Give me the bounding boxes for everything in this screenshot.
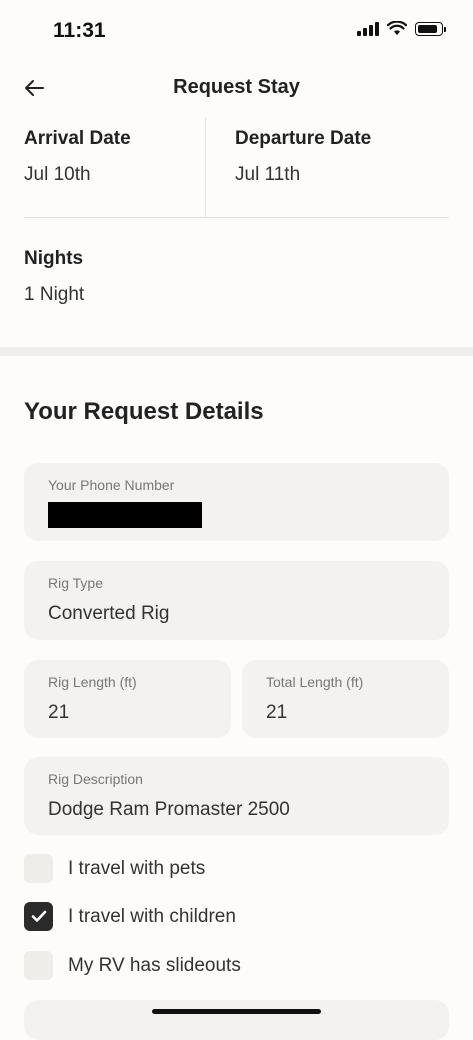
rig-type-value: Converted Rig: [48, 603, 170, 624]
arrival-date[interactable]: Arrival Date Jul 10th: [24, 118, 204, 218]
pets-label: I travel with pets: [68, 857, 206, 879]
home-indicator: [152, 1009, 321, 1014]
status-icons: [357, 21, 446, 36]
status-time: 11:31: [53, 19, 106, 42]
arrival-date-value: Jul 10th: [24, 164, 91, 185]
date-divider: [205, 118, 206, 218]
nights: Nights 1 Night: [24, 238, 84, 306]
rig-length-field[interactable]: Rig Length (ft) 21: [24, 660, 231, 738]
nights-value: 1 Night: [24, 284, 85, 305]
total-length-value: 21: [266, 702, 288, 723]
nav-bar: Request Stay: [0, 60, 473, 116]
section-title: Your Request Details: [24, 398, 264, 425]
status-bar: 11:31: [0, 0, 473, 60]
departure-date-value: Jul 11th: [235, 164, 301, 185]
departure-date[interactable]: Departure Date Jul 11th: [235, 118, 445, 218]
phone-number-field[interactable]: Your Phone Number: [24, 463, 449, 541]
redacted-phone-number: [48, 502, 202, 528]
total-length-label: Total Length (ft): [266, 674, 364, 690]
wifi-icon: [387, 21, 407, 35]
rig-length-value: 21: [48, 702, 70, 723]
rig-description-field[interactable]: Rig Description Dodge Ram Promaster 2500: [24, 757, 449, 835]
next-field[interactable]: [24, 1000, 449, 1040]
children-option[interactable]: I travel with children: [24, 902, 236, 931]
slideouts-label: My RV has slideouts: [68, 954, 241, 976]
pets-option[interactable]: I travel with pets: [24, 854, 205, 883]
cellular-signal-icon: [357, 21, 379, 36]
checkmark-icon: [31, 910, 46, 922]
phone-number-label: Your Phone Number: [48, 477, 175, 493]
section-separator: [0, 347, 473, 356]
rig-type-label: Rig Type: [48, 575, 103, 591]
page-title: Request Stay: [173, 76, 300, 98]
total-length-field[interactable]: Total Length (ft) 21: [242, 660, 449, 738]
slideouts-checkbox[interactable]: [24, 951, 53, 980]
divider: [24, 217, 449, 218]
children-label: I travel with children: [68, 905, 236, 927]
dates-section: Arrival Date Jul 10th Departure Date Jul…: [0, 118, 473, 218]
pets-checkbox[interactable]: [24, 854, 53, 883]
rig-length-label: Rig Length (ft): [48, 674, 137, 690]
rig-description-value: Dodge Ram Promaster 2500: [48, 799, 290, 820]
slideouts-option[interactable]: My RV has slideouts: [24, 951, 241, 980]
children-checkbox[interactable]: [24, 902, 53, 931]
rig-type-field[interactable]: Rig Type Converted Rig: [24, 561, 449, 640]
rig-description-label: Rig Description: [48, 771, 143, 787]
nights-label: Nights: [24, 248, 84, 269]
battery-icon: [415, 21, 446, 36]
departure-date-label: Departure Date: [235, 128, 372, 149]
arrival-date-label: Arrival Date: [24, 128, 131, 149]
